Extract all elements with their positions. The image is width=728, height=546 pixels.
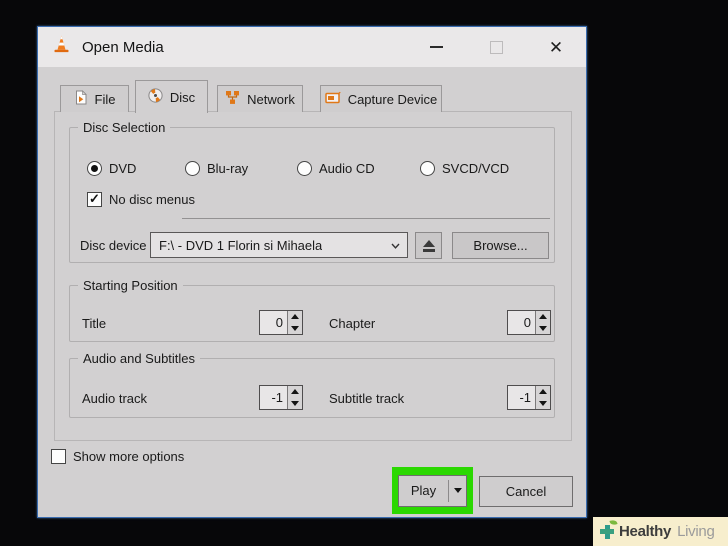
spinner-down-button[interactable] (288, 323, 302, 335)
audio-track-spinner-value: -1 (271, 390, 283, 405)
cancel-button[interactable]: Cancel (479, 476, 573, 507)
watermark-text-light: Living (677, 523, 715, 540)
disc-device-label: Disc device (80, 238, 147, 253)
spinner-up-icon (291, 314, 299, 320)
subtitle-track-spinner-value: -1 (519, 390, 531, 405)
close-icon: ✕ (548, 37, 564, 57)
maximize-icon (489, 40, 503, 54)
disc-device-dropdown[interactable]: F:\ - DVD 1 Florin si Mihaela (150, 232, 408, 258)
play-button[interactable]: Play (398, 474, 467, 507)
tab-label: Network (247, 91, 295, 107)
play-dropdown-button[interactable] (449, 476, 466, 506)
radio-audio-cd[interactable]: Audio CD (297, 161, 375, 176)
watermark-text-bold: Healthy (619, 523, 672, 540)
checkbox-icon (87, 192, 102, 207)
separator-line (182, 218, 550, 219)
title-spinner[interactable]: 0 (259, 310, 303, 335)
capture-device-icon (324, 91, 341, 108)
chapter-spinner-value: 0 (523, 315, 531, 330)
spinner-up-button[interactable] (288, 386, 302, 398)
browse-button-label: Browse... (473, 238, 528, 253)
spinner-down-button[interactable] (536, 323, 550, 335)
group-audio-subtitles: Audio and Subtitles Audio track -1 Subti… (69, 351, 555, 418)
group-label: Disc Selection (78, 120, 171, 135)
play-dropdown-arrow-icon (453, 488, 462, 493)
radio-label: SVCD/VCD (442, 161, 510, 176)
subtitle-track-label: Subtitle track (329, 391, 405, 406)
dropdown-chevron-icon (391, 243, 400, 249)
radio-svcd-vcd[interactable]: SVCD/VCD (420, 161, 509, 176)
window-title: Open Media (82, 38, 164, 56)
file-icon (74, 90, 88, 108)
spinner-up-icon (539, 314, 547, 320)
close-button[interactable]: ✕ (539, 27, 573, 67)
spinner-down-icon (291, 400, 299, 406)
spinner-down-icon (539, 400, 547, 406)
network-icon (225, 90, 240, 108)
group-disc-selection: Disc Selection DVD Blu-ray Audio CD SVCD… (69, 120, 555, 263)
radio-label: Blu-ray (207, 161, 249, 176)
spinner-up-button[interactable] (288, 311, 302, 323)
disc-device-value: F:\ - DVD 1 Florin si Mihaela (159, 237, 323, 253)
group-starting-position: Starting Position Title 0 Chapter 0 (69, 278, 555, 342)
spinner-up-icon (539, 389, 547, 395)
tab-disc[interactable]: Disc (135, 80, 208, 113)
spinner-up-button[interactable] (536, 311, 550, 323)
checkbox-label: Show more options (73, 449, 185, 464)
group-label: Audio and Subtitles (78, 351, 201, 366)
radio-label: Audio CD (319, 161, 375, 176)
radio-button-icon (420, 161, 435, 176)
spinner-up-button[interactable] (536, 386, 550, 398)
tab-file[interactable]: File (60, 85, 129, 112)
tab-capture-device[interactable]: Capture Device (320, 85, 442, 112)
play-button-highlight: Play (392, 467, 473, 514)
subtitle-track-spinner[interactable]: -1 (507, 385, 551, 410)
cancel-button-label: Cancel (505, 484, 547, 499)
no-disc-menus-checkbox[interactable]: No disc menus (87, 192, 195, 207)
radio-bluray[interactable]: Blu-ray (185, 161, 248, 176)
audio-track-spinner[interactable]: -1 (259, 385, 303, 410)
radio-button-icon (87, 161, 102, 176)
chapter-spinner[interactable]: 0 (507, 310, 551, 335)
minimize-icon (429, 46, 443, 48)
title-bar: Open Media ✕ (38, 27, 586, 67)
radio-label: DVD (109, 161, 137, 176)
title-label: Title (82, 316, 107, 331)
disc-icon (148, 88, 163, 106)
spinner-down-icon (291, 325, 299, 331)
spinner-up-icon (291, 389, 299, 395)
open-media-dialog: Open Media ✕ File Disc Network Capture D… (37, 26, 587, 518)
minimize-button[interactable] (419, 27, 453, 67)
radio-button-icon (297, 161, 312, 176)
eject-icon (422, 239, 435, 247)
eject-button[interactable] (415, 232, 442, 259)
show-more-options-checkbox[interactable]: Show more options (51, 449, 184, 464)
spinner-down-button[interactable] (536, 398, 550, 410)
vlc-cone-icon (51, 34, 72, 60)
tab-label: Capture Device (347, 91, 438, 107)
radio-dvd[interactable]: DVD (87, 161, 136, 176)
chapter-label: Chapter (329, 316, 376, 331)
audio-track-label: Audio track (82, 391, 148, 406)
tab-network[interactable]: Network (217, 85, 303, 112)
checkbox-icon (51, 449, 66, 464)
healthy-living-watermark: Healthy Living (593, 517, 728, 546)
tab-label: Disc (169, 89, 196, 105)
tab-label: File (94, 91, 116, 107)
group-label: Starting Position (78, 278, 183, 293)
browse-button[interactable]: Browse... (452, 232, 549, 259)
play-button-label: Play (410, 483, 437, 498)
spinner-down-icon (539, 325, 547, 331)
spinner-down-button[interactable] (288, 398, 302, 410)
radio-button-icon (185, 161, 200, 176)
checkbox-label: No disc menus (109, 192, 195, 207)
maximize-button (479, 27, 513, 67)
healthy-living-plus-icon (599, 518, 618, 540)
title-spinner-value: 0 (275, 315, 283, 330)
